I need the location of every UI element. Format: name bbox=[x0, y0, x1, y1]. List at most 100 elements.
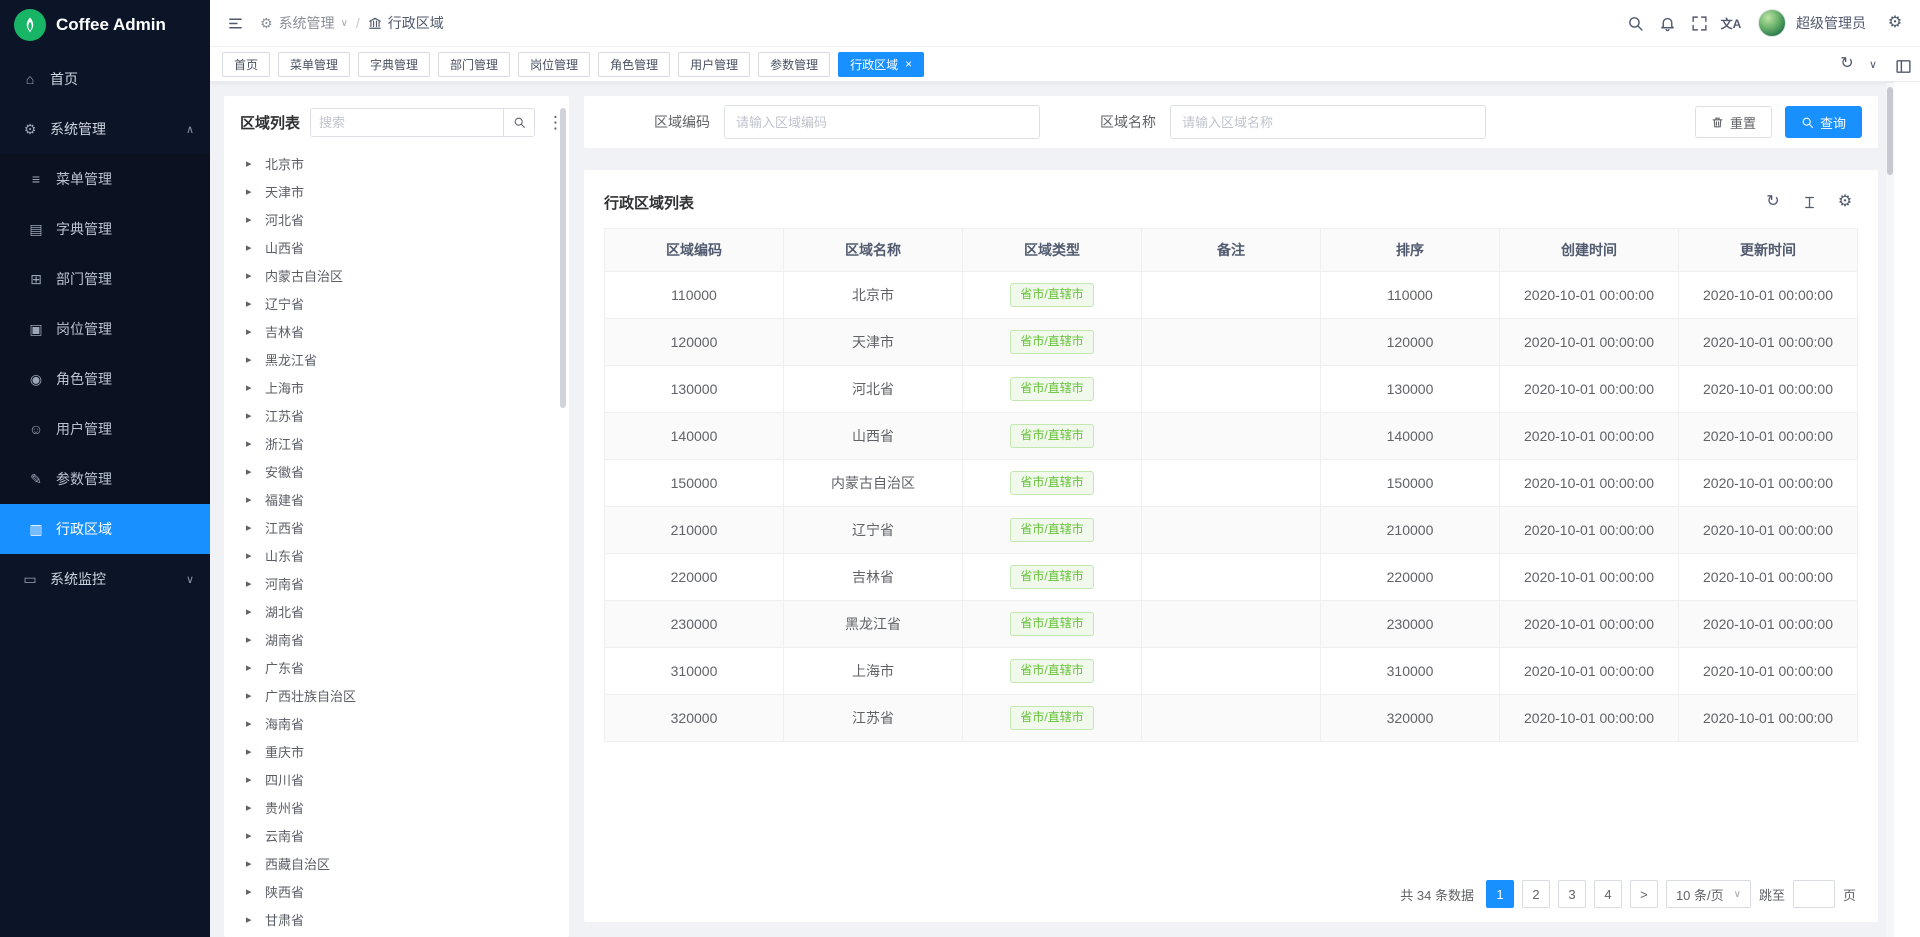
tree-item[interactable]: ▸ 西藏自治区 bbox=[240, 849, 555, 877]
tree-item[interactable]: ▸ 广西壮族自治区 bbox=[240, 681, 555, 709]
app-logo[interactable]: Coffee Admin bbox=[0, 0, 210, 50]
row-height-icon[interactable] bbox=[1796, 189, 1822, 215]
tree-item[interactable]: ▸ 内蒙古自治区 bbox=[240, 261, 555, 289]
tree-search-button[interactable] bbox=[503, 108, 535, 137]
tab[interactable]: 首页 bbox=[222, 52, 270, 77]
tree-item[interactable]: ▸ 浙江省 bbox=[240, 429, 555, 457]
breadcrumb-item-region[interactable]: 行政区域 bbox=[368, 13, 444, 33]
sidebar-item[interactable]: ⊞ 部门管理 bbox=[0, 254, 210, 304]
table-row[interactable]: 120000 天津市 省市/直辖市 120000 2020-10-01 00:0… bbox=[605, 319, 1858, 366]
tree-item[interactable]: ▸ 福建省 bbox=[240, 485, 555, 513]
page-scrollbar[interactable] bbox=[1886, 83, 1894, 937]
table-row[interactable]: 210000 辽宁省 省市/直辖市 210000 2020-10-01 00:0… bbox=[605, 507, 1858, 554]
tree-item[interactable]: ▸ 河南省 bbox=[240, 569, 555, 597]
tree-item[interactable]: ▸ 河北省 bbox=[240, 205, 555, 233]
refresh-icon[interactable]: ↻ bbox=[1760, 189, 1786, 215]
tab[interactable]: 岗位管理 bbox=[518, 52, 590, 77]
tree-item[interactable]: ▸ 湖南省 bbox=[240, 625, 555, 653]
tree-item[interactable]: ▸ 四川省 bbox=[240, 765, 555, 793]
tree-item-label: 内蒙古自治区 bbox=[265, 266, 343, 285]
table-row[interactable]: 310000 上海市 省市/直辖市 310000 2020-10-01 00:0… bbox=[605, 648, 1858, 695]
tree-item[interactable]: ▸ 陕西省 bbox=[240, 877, 555, 905]
tree-item[interactable]: ▸ 安徽省 bbox=[240, 457, 555, 485]
table-row[interactable]: 110000 北京市 省市/直辖市 110000 2020-10-01 00:0… bbox=[605, 272, 1858, 319]
table-row[interactable]: 130000 河北省 省市/直辖市 130000 2020-10-01 00:0… bbox=[605, 366, 1858, 413]
tab[interactable]: 角色管理 bbox=[598, 52, 670, 77]
tree-item[interactable]: ▸ 黑龙江省 bbox=[240, 345, 555, 373]
tab[interactable]: 部门管理 bbox=[438, 52, 510, 77]
chevron-down-icon[interactable]: ∨ bbox=[1860, 51, 1886, 77]
page-size-select[interactable]: 10 条/页 ∨ bbox=[1666, 880, 1751, 908]
tree-search-input[interactable] bbox=[310, 108, 503, 137]
tree-item[interactable]: ▸ 天津市 bbox=[240, 177, 555, 205]
column-settings-gear-icon[interactable]: ⚙ bbox=[1832, 189, 1858, 215]
tree-scrollbar[interactable] bbox=[560, 108, 566, 408]
table-body: 110000 北京市 省市/直辖市 110000 2020-10-01 00:0… bbox=[605, 272, 1858, 742]
translate-icon[interactable]: 文A bbox=[1716, 8, 1746, 38]
tab[interactable]: 字典管理 bbox=[358, 52, 430, 77]
tree-item[interactable]: ▸ 山西省 bbox=[240, 233, 555, 261]
scrollbar-thumb[interactable] bbox=[1887, 87, 1893, 175]
tree-item[interactable]: ▸ 辽宁省 bbox=[240, 289, 555, 317]
search-button[interactable]: 查询 bbox=[1785, 106, 1862, 138]
region-name-input[interactable] bbox=[1170, 105, 1486, 139]
avatar[interactable] bbox=[1758, 9, 1786, 37]
sidebar-collapse-icon[interactable] bbox=[220, 8, 250, 38]
tree-item[interactable]: ▸ 云南省 bbox=[240, 821, 555, 849]
tab[interactable]: 菜单管理 bbox=[278, 52, 350, 77]
tree-item[interactable]: ▸ 上海市 bbox=[240, 373, 555, 401]
sidebar-item[interactable]: ◉ 角色管理 bbox=[0, 354, 210, 404]
region-code-input[interactable] bbox=[724, 105, 1040, 139]
table-row[interactable]: 230000 黑龙江省 省市/直辖市 230000 2020-10-01 00:… bbox=[605, 601, 1858, 648]
sidebar-item[interactable]: ▭ 系统监控 ∨ bbox=[0, 554, 210, 604]
tree-item[interactable]: ▸ 江西省 bbox=[240, 513, 555, 541]
cell-region-code: 110000 bbox=[605, 272, 784, 319]
page-button[interactable]: 3 bbox=[1558, 880, 1586, 908]
next-page-button[interactable]: > bbox=[1630, 880, 1658, 908]
sidebar-item[interactable]: ✎ 参数管理 bbox=[0, 454, 210, 504]
tree-item[interactable]: ▸ 青海省 bbox=[240, 933, 555, 937]
bell-icon[interactable] bbox=[1652, 8, 1682, 38]
page-button[interactable]: 1 bbox=[1486, 880, 1514, 908]
sidebar-item[interactable]: ▣ 岗位管理 bbox=[0, 304, 210, 354]
tab[interactable]: 行政区域 × bbox=[838, 52, 924, 77]
sidebar-item[interactable]: ⌂ 首页 bbox=[0, 54, 210, 104]
fullscreen-icon[interactable] bbox=[1684, 8, 1714, 38]
tab[interactable]: 参数管理 bbox=[758, 52, 830, 77]
search-icon[interactable] bbox=[1620, 8, 1650, 38]
tree-item[interactable]: ▸ 北京市 bbox=[240, 149, 555, 177]
tree-item[interactable]: ▸ 江苏省 bbox=[240, 401, 555, 429]
tree-item[interactable]: ▸ 山东省 bbox=[240, 541, 555, 569]
tree-item[interactable]: ▸ 贵州省 bbox=[240, 793, 555, 821]
sidebar-item[interactable]: ⚙ 系统管理 ∧ bbox=[0, 104, 210, 154]
cell-region-type: 省市/直辖市 bbox=[963, 648, 1142, 695]
cell-region-name: 黑龙江省 bbox=[784, 601, 963, 648]
tree-item[interactable]: ▸ 甘肃省 bbox=[240, 905, 555, 933]
sidebar-item[interactable]: ≡ 菜单管理 bbox=[0, 154, 210, 204]
layout-icon[interactable] bbox=[1888, 51, 1918, 81]
tab[interactable]: 用户管理 bbox=[678, 52, 750, 77]
tree-item-label: 广东省 bbox=[265, 658, 304, 677]
table-row[interactable]: 220000 吉林省 省市/直辖市 220000 2020-10-01 00:0… bbox=[605, 554, 1858, 601]
tree-item[interactable]: ▸ 吉林省 bbox=[240, 317, 555, 345]
breadcrumb-item-system[interactable]: ⚙ 系统管理 ∨ bbox=[260, 13, 348, 33]
cell-updated-time: 2020-10-01 00:00:00 bbox=[1679, 695, 1858, 742]
table-row[interactable]: 320000 江苏省 省市/直辖市 320000 2020-10-01 00:0… bbox=[605, 695, 1858, 742]
table-row[interactable]: 150000 内蒙古自治区 省市/直辖市 150000 2020-10-01 0… bbox=[605, 460, 1858, 507]
reset-button[interactable]: 重置 bbox=[1695, 106, 1772, 138]
user-name[interactable]: 超级管理员 bbox=[1796, 13, 1866, 33]
tree-item[interactable]: ▸ 广东省 bbox=[240, 653, 555, 681]
sidebar-item[interactable]: ▥ 行政区域 bbox=[0, 504, 210, 554]
sidebar-item[interactable]: ☺ 用户管理 bbox=[0, 404, 210, 454]
sidebar-item[interactable]: ▤ 字典管理 bbox=[0, 204, 210, 254]
page-button[interactable]: 4 bbox=[1594, 880, 1622, 908]
refresh-icon[interactable]: ↻ bbox=[1834, 51, 1860, 77]
tree-item[interactable]: ▸ 海南省 bbox=[240, 709, 555, 737]
tree-item[interactable]: ▸ 重庆市 bbox=[240, 737, 555, 765]
page-button[interactable]: 2 bbox=[1522, 880, 1550, 908]
jump-page-input[interactable] bbox=[1793, 880, 1835, 908]
tree-item[interactable]: ▸ 湖北省 bbox=[240, 597, 555, 625]
table-row[interactable]: 140000 山西省 省市/直辖市 140000 2020-10-01 00:0… bbox=[605, 413, 1858, 460]
settings-gear-icon[interactable]: ⚙ bbox=[1880, 8, 1910, 38]
tab-close-icon[interactable]: × bbox=[905, 58, 912, 70]
